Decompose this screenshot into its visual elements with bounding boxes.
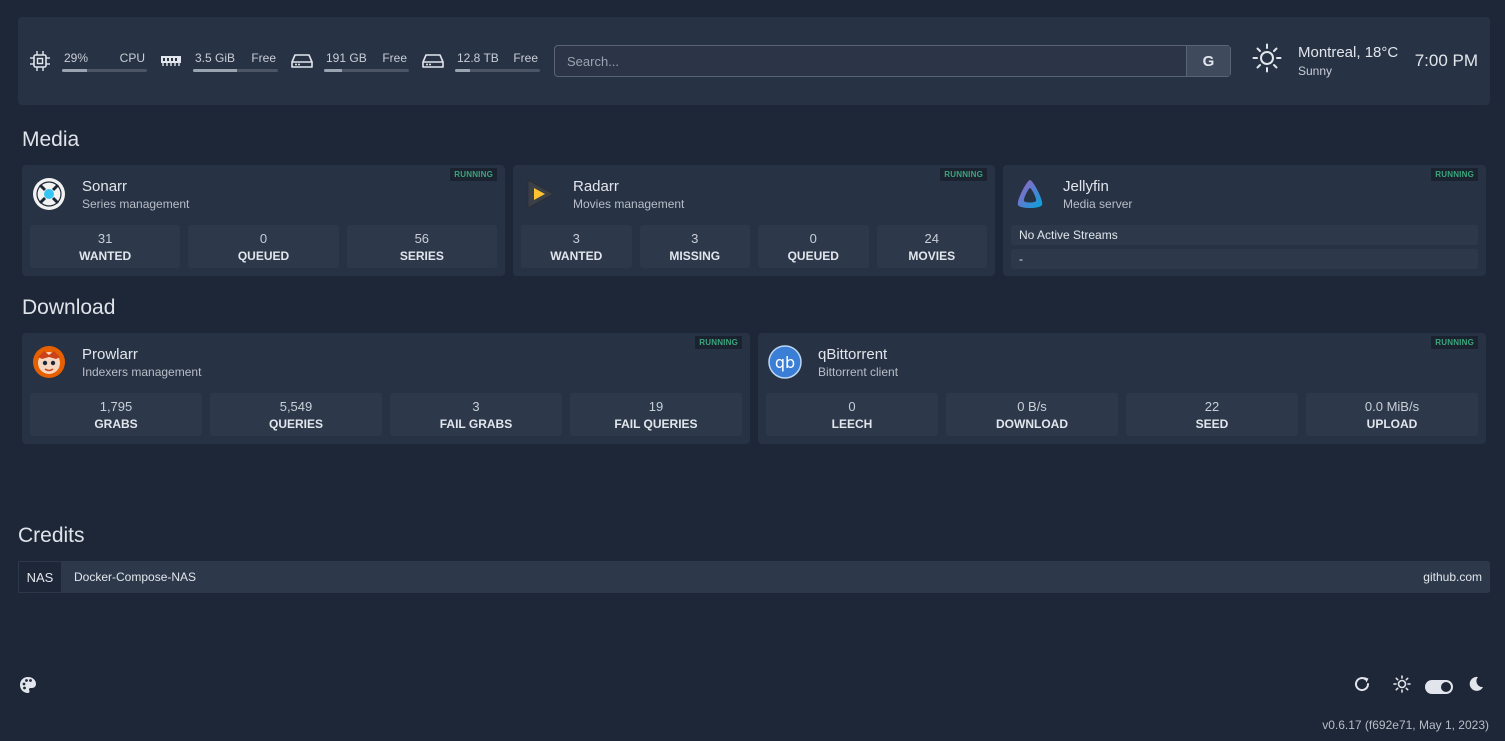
disk-1-label: Free bbox=[382, 50, 407, 65]
cpu-usage-bar bbox=[62, 68, 147, 72]
weather-condition: Sunny bbox=[1298, 63, 1333, 78]
service-name: Jellyfin bbox=[1063, 177, 1109, 195]
section-title-credits: Credits bbox=[18, 524, 85, 547]
stat-wanted: 3 WANTED bbox=[521, 225, 632, 268]
service-description: Bittorrent client bbox=[818, 364, 899, 379]
qbittorrent-logo-icon: qb bbox=[768, 345, 802, 379]
version-label: v0.6.17 (f692e71, May 1, 2023) bbox=[1322, 718, 1489, 732]
active-streams-status: No Active Streams bbox=[1011, 225, 1478, 245]
memory-label: Free bbox=[251, 50, 276, 65]
memory-widget: 3.5 GiB Free bbox=[159, 49, 278, 73]
sun-icon bbox=[1252, 43, 1282, 78]
status-badge: RUNNING bbox=[940, 168, 987, 181]
stat-seed: 22 SEED bbox=[1126, 393, 1298, 436]
cpu-icon bbox=[28, 49, 52, 73]
memory-value: 3.5 GiB bbox=[195, 50, 236, 65]
service-card-radarr[interactable]: RUNNING Radarr Movies management 3 WANTED… bbox=[513, 165, 995, 276]
disk-widget-1: 191 GB Free bbox=[290, 49, 409, 73]
disk-icon bbox=[421, 49, 445, 73]
stat-fail-grabs: 3 FAIL GRABS bbox=[390, 393, 562, 436]
cpu-widget: 29% CPU bbox=[28, 49, 147, 73]
stat-grabs: 1,795 GRABS bbox=[30, 393, 202, 436]
search-box[interactable]: Search... G bbox=[554, 45, 1231, 77]
stream-detail: - bbox=[1011, 249, 1478, 269]
palette-icon[interactable] bbox=[18, 675, 38, 700]
dark-mode-icon[interactable] bbox=[1467, 675, 1485, 698]
service-card-qbittorrent[interactable]: RUNNING qb qBittorrent Bittorrent client… bbox=[758, 333, 1486, 444]
service-card-prowlarr[interactable]: RUNNING Prowlarr Indexers management 1,7… bbox=[22, 333, 750, 444]
bookmark-tag: NAS bbox=[18, 561, 62, 593]
search-provider-button[interactable]: G bbox=[1186, 46, 1230, 76]
top-bar: 29% CPU 3.5 GiB Free 191 GB Free 12.8 TB Fre… bbox=[18, 17, 1490, 105]
bookmark-link[interactable]: Docker-Compose-NAS bbox=[74, 570, 1423, 584]
service-stats: 0 LEECH 0 B/s DOWNLOAD 22 SEED 0.0 MiB/s UPL… bbox=[766, 393, 1478, 436]
prowlarr-logo-icon bbox=[32, 345, 66, 379]
svg-text:qb: qb bbox=[775, 353, 795, 372]
stat-download: 0 B/s DOWNLOAD bbox=[946, 393, 1118, 436]
status-badge: RUNNING bbox=[695, 336, 742, 349]
disk-1-usage-bar bbox=[324, 68, 409, 72]
stat-upload: 0.0 MiB/s UPLOAD bbox=[1306, 393, 1478, 436]
light-mode-icon[interactable] bbox=[1393, 675, 1411, 698]
service-description: Movies management bbox=[573, 196, 685, 211]
sonarr-logo-icon bbox=[32, 177, 66, 211]
refresh-icon[interactable] bbox=[1353, 675, 1371, 698]
service-name: qBittorrent bbox=[818, 345, 888, 363]
stat-wanted: 31 WANTED bbox=[30, 225, 181, 268]
service-description: Series management bbox=[82, 196, 190, 211]
weather-widget: Montreal, 18°C Sunny bbox=[1252, 43, 1398, 78]
service-name: Sonarr bbox=[82, 177, 128, 195]
stat-queued: 0 QUEUED bbox=[188, 225, 339, 268]
section-title-download: Download bbox=[22, 296, 116, 319]
status-badge: RUNNING bbox=[1431, 336, 1478, 349]
stat-queued: 0 QUEUED bbox=[758, 225, 869, 268]
cpu-value: 29% bbox=[64, 50, 89, 65]
stat-leech: 0 LEECH bbox=[766, 393, 938, 436]
service-stats: 31 WANTED 0 QUEUED 56 SERIES bbox=[30, 225, 497, 268]
stat-series: 56 SERIES bbox=[346, 225, 497, 268]
service-card-jellyfin[interactable]: RUNNING Jellyfin Media server No Active … bbox=[1003, 165, 1486, 276]
bookmark-site: github.com bbox=[1423, 570, 1482, 584]
service-name: Prowlarr bbox=[82, 345, 138, 363]
stat-movies: 24 MOVIES bbox=[876, 225, 987, 268]
jellyfin-logo-icon bbox=[1013, 177, 1047, 211]
disk-widget-2: 12.8 TB Free bbox=[421, 49, 540, 73]
weather-location: Montreal, 18°C bbox=[1298, 43, 1399, 61]
theme-toggle[interactable] bbox=[1425, 679, 1453, 694]
section-title-media: Media bbox=[22, 128, 80, 151]
service-stats: 1,795 GRABS 5,549 QUERIES 3 FAIL GRABS 19 FA… bbox=[30, 393, 742, 436]
service-description: Media server bbox=[1063, 196, 1133, 211]
service-description: Indexers management bbox=[82, 364, 202, 379]
status-badge: RUNNING bbox=[1431, 168, 1478, 181]
radarr-logo-icon bbox=[523, 177, 557, 211]
stat-queries: 5,549 QUERIES bbox=[210, 393, 382, 436]
service-name: Radarr bbox=[573, 177, 619, 195]
disk-1-value: 191 GB bbox=[326, 50, 367, 65]
footer-controls bbox=[1353, 675, 1485, 698]
memory-usage-bar bbox=[193, 68, 278, 72]
cpu-label: CPU bbox=[119, 50, 145, 65]
disk-2-usage-bar bbox=[455, 68, 540, 72]
bookmark-row[interactable]: NAS Docker-Compose-NAS github.com bbox=[18, 561, 1490, 593]
search-input[interactable]: Search... bbox=[555, 54, 1186, 69]
status-badge: RUNNING bbox=[450, 168, 497, 181]
disk-icon bbox=[290, 49, 314, 73]
stat-fail-queries: 19 FAIL QUERIES bbox=[570, 393, 742, 436]
clock: 7:00 PM bbox=[1414, 51, 1478, 70]
memory-icon bbox=[159, 49, 183, 73]
disk-2-value: 12.8 TB bbox=[457, 50, 499, 65]
disk-2-label: Free bbox=[513, 50, 538, 65]
stat-missing: 3 MISSING bbox=[639, 225, 750, 268]
service-card-sonarr[interactable]: RUNNING Sonarr Series management 31 WANTE… bbox=[22, 165, 505, 276]
service-stats: 3 WANTED 3 MISSING 0 QUEUED 24 MOVIES bbox=[521, 225, 987, 268]
